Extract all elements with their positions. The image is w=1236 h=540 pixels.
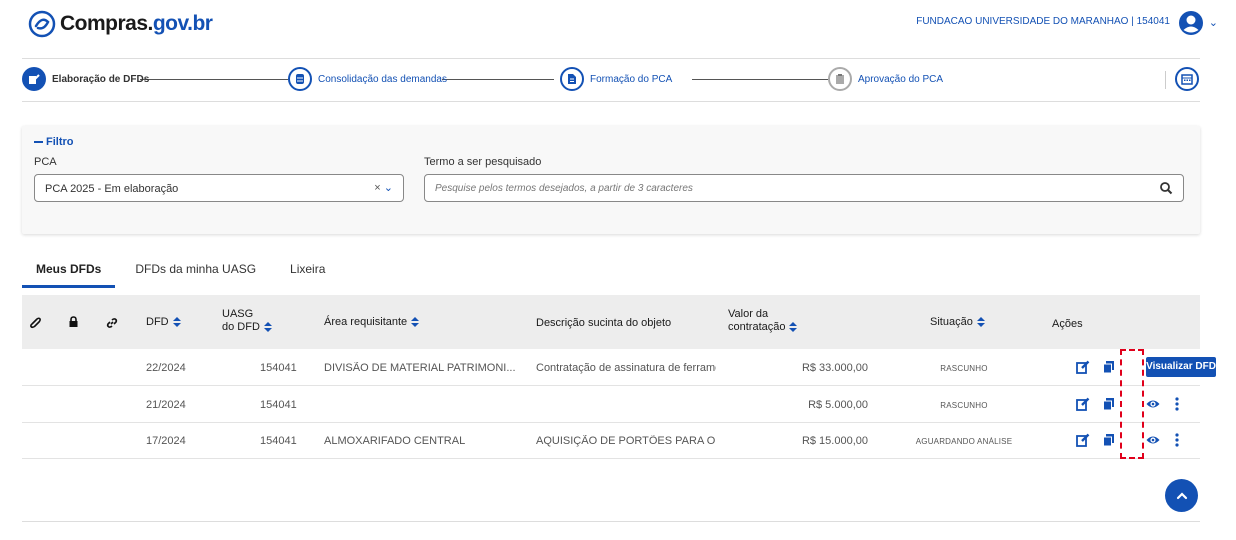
cell-valor: R$ 15.000,00 (801, 435, 868, 447)
col-acoes: Ações (1052, 318, 1083, 330)
divider (22, 521, 1200, 522)
cell-uasg: 154041 (260, 399, 297, 411)
logo-icon (28, 10, 56, 38)
cell-dfd: 22/2024 (146, 362, 186, 374)
tooltip-visualizar-dfd: Visualizar DFD (1146, 357, 1216, 377)
eye-icon[interactable] (1146, 433, 1160, 447)
tab-meus-dfds[interactable]: Meus DFDs (22, 258, 116, 288)
col-area[interactable]: Área requisitante (324, 316, 420, 328)
user-avatar-icon[interactable] (1178, 10, 1204, 36)
cell-descricao: Contratação de assinatura de ferrame... (536, 362, 716, 374)
step-consolidacao[interactable]: Consolidação das demandas (288, 67, 447, 91)
process-stepper: Elaboração de DFDs Consolidação das dema… (22, 58, 1200, 102)
cell-valor: R$ 5.000,00 (808, 399, 868, 411)
cell-dfd: 17/2024 (146, 435, 186, 447)
chevron-down-icon[interactable]: ⌄ (1209, 16, 1218, 29)
header: Compras.gov.br FUNDACAO UNIVERSIDADE DO … (0, 0, 1236, 52)
lock-icon (69, 316, 78, 327)
col-dfd[interactable]: DFD (146, 316, 181, 328)
highlight-box (1120, 349, 1144, 459)
search-icon[interactable] (1159, 181, 1173, 195)
step-connector (442, 79, 554, 80)
sort-icon (263, 322, 272, 333)
edit-icon[interactable] (1076, 360, 1090, 374)
link-icon (106, 318, 118, 328)
sort-icon (411, 317, 420, 328)
cell-area: ALMOXARIFADO CENTRAL (324, 435, 466, 447)
document-icon (560, 67, 584, 91)
cell-valor: R$ 33.000,00 (801, 362, 868, 374)
cell-uasg: 154041 (260, 362, 297, 374)
pca-label: PCA (34, 156, 57, 168)
cell-descricao: AQUISIÇÃO DE PORTÕES PARA O AL... (536, 435, 716, 447)
sort-icon (976, 317, 985, 328)
cell-area: DIVISÃO DE MATERIAL PATRIMONI... (324, 362, 516, 374)
cell-uasg: 154041 (260, 435, 297, 447)
database-icon (288, 67, 312, 91)
pca-select[interactable]: PCA 2025 - Em elaboração × ⌄ (34, 174, 404, 202)
minus-icon (34, 141, 43, 144)
calendar-icon[interactable] (1175, 67, 1199, 91)
more-vertical-icon[interactable] (1170, 433, 1184, 447)
step-aprovacao[interactable]: Aprovação do PCA (828, 67, 943, 91)
more-vertical-icon[interactable] (1170, 397, 1184, 411)
table-row: 17/2024 154041 ALMOXARIFADO CENTRAL AQUI… (22, 423, 1200, 459)
table-header: DFD UASG do DFD Área requisitante Descriç… (22, 295, 1200, 349)
tabs: Meus DFDs DFDs da minha UASG Lixeira (22, 258, 339, 288)
chevron-up-icon (1176, 491, 1187, 499)
filter-toggle[interactable]: Filtro (34, 136, 74, 148)
eye-icon[interactable] (1146, 397, 1160, 411)
col-valor[interactable]: Valor da contratação (728, 308, 798, 334)
search-input[interactable]: Pesquise pelos termos desejados, a parti… (424, 174, 1184, 202)
organization-label: FUNDACAO UNIVERSIDADE DO MARANHAO | 1540… (916, 16, 1170, 27)
copy-icon[interactable] (1102, 433, 1116, 447)
sort-icon (172, 317, 181, 328)
filter-panel: Filtro PCA PCA 2025 - Em elaboração × ⌄ … (22, 126, 1200, 234)
copy-icon[interactable] (1102, 360, 1116, 374)
search-label: Termo a ser pesquisado (424, 156, 542, 168)
step-connector (140, 79, 288, 80)
edit-icon (22, 67, 46, 91)
tab-dfds-uasg[interactable]: DFDs da minha UASG (121, 258, 270, 288)
col-uasg[interactable]: UASG do DFD (222, 308, 272, 334)
status-badge: RASCUNHO (940, 364, 988, 373)
copy-icon[interactable] (1102, 397, 1116, 411)
tab-lixeira[interactable]: Lixeira (276, 258, 339, 288)
step-connector (692, 79, 828, 80)
cell-dfd: 21/2024 (146, 399, 186, 411)
compras-logo[interactable]: Compras.gov.br (28, 10, 213, 38)
status-badge: RASCUNHO (940, 401, 988, 410)
table-row: 21/2024 154041 R$ 5.000,00 RASCUNHO (22, 387, 1200, 423)
clipboard-icon (828, 67, 852, 91)
step-formacao[interactable]: Formação do PCA (560, 67, 672, 91)
col-situacao[interactable]: Situação (930, 316, 985, 328)
sort-icon (789, 322, 798, 333)
clear-and-chevron-icons[interactable]: × ⌄ (374, 181, 393, 194)
edit-icon[interactable] (1076, 397, 1090, 411)
paperclip-icon (30, 317, 41, 329)
step-elaboracao[interactable]: Elaboração de DFDs (22, 67, 149, 91)
status-badge: AGUARDANDO ANÁLISE (915, 437, 1013, 446)
scroll-to-top-button[interactable] (1165, 479, 1198, 512)
edit-icon[interactable] (1076, 433, 1090, 447)
logo-text: Compras.gov.br (60, 12, 213, 35)
col-descricao: Descrição sucinta do objeto (536, 317, 672, 329)
table-row: 22/2024 154041 DIVISÃO DE MATERIAL PATRI… (22, 350, 1200, 386)
divider (1165, 71, 1166, 89)
